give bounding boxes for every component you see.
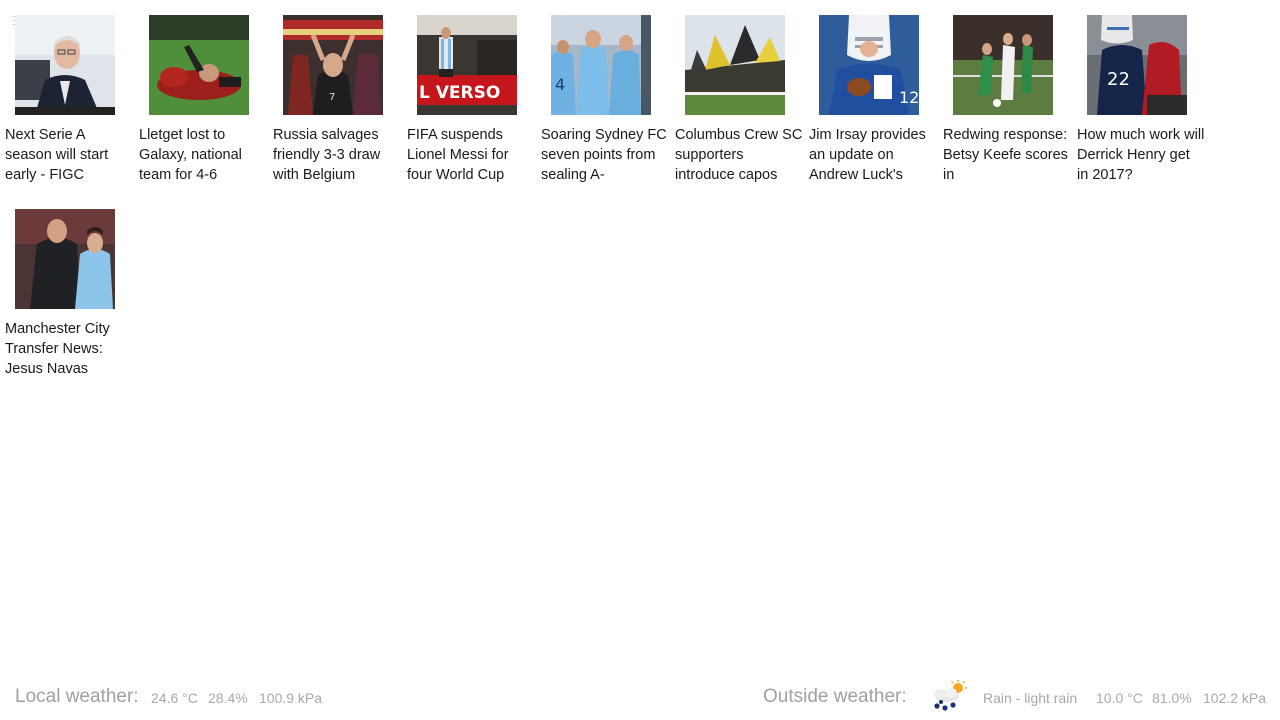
outside-humidity: 81.0% bbox=[1152, 690, 1192, 706]
article-headline[interactable]: Next Serie A season will start early - F… bbox=[5, 125, 133, 185]
article-tile[interactable]: Columbus Crew SC supporters introduce ca… bbox=[675, 15, 809, 209]
article-tile[interactable]: Redwing response: Betsy Keefe scores in bbox=[943, 15, 1077, 209]
svg-text:12: 12 bbox=[899, 88, 919, 107]
svg-text:4: 4 bbox=[555, 75, 565, 94]
svg-text:7: 7 bbox=[329, 92, 335, 103]
article-headline[interactable]: Russia salvages friendly 3-3 draw with B… bbox=[273, 125, 401, 185]
weather-bar: Local weather: 24.6 °C 28.4% 100.9 kPa O… bbox=[0, 680, 1280, 716]
article-tile[interactable]: 22 How much work will Derrick Henry get … bbox=[1077, 15, 1211, 209]
article-headline[interactable]: How much work will Derrick Henry get in … bbox=[1077, 125, 1205, 185]
article-thumbnail[interactable]: 22 bbox=[1087, 15, 1187, 115]
outside-pressure: 102.2 kPa bbox=[1203, 690, 1267, 706]
rain-sun-icon bbox=[927, 680, 967, 712]
outside-weather-label: Outside weather: bbox=[763, 686, 907, 707]
outside-temperature: 10.0 °C bbox=[1096, 690, 1143, 706]
local-humidity: 28.4% bbox=[208, 690, 248, 706]
article-thumbnail[interactable] bbox=[15, 15, 115, 115]
article-headline[interactable]: Lletget lost to Galaxy, national team fo… bbox=[139, 125, 267, 185]
article-row: Manchester City Transfer News: Jesus Nav… bbox=[5, 209, 1265, 403]
article-thumbnail[interactable]: 4 bbox=[551, 15, 651, 115]
article-thumbnail[interactable]: L VERSO bbox=[417, 15, 517, 115]
article-thumbnail[interactable] bbox=[15, 209, 115, 309]
article-headline[interactable]: Columbus Crew SC supporters introduce ca… bbox=[675, 125, 803, 185]
local-temperature: 24.6 °C bbox=[151, 690, 198, 706]
article-headline[interactable]: Redwing response: Betsy Keefe scores in bbox=[943, 125, 1071, 185]
article-tile[interactable]: 12 Jim Irsay provides an update on Andre… bbox=[809, 15, 943, 209]
article-thumbnail[interactable] bbox=[953, 15, 1053, 115]
article-tile[interactable]: L VERSO FIFA suspends Lionel Messi for f… bbox=[407, 15, 541, 209]
outside-condition: Rain - light rain bbox=[983, 690, 1078, 706]
article-tile[interactable]: Next Serie A season will start early - F… bbox=[5, 15, 139, 209]
article-tile[interactable]: Lletget lost to Galaxy, national team fo… bbox=[139, 15, 273, 209]
svg-text:22: 22 bbox=[1107, 69, 1130, 90]
article-tile[interactable]: 7 Russia salvages friendly 3-3 draw with… bbox=[273, 15, 407, 209]
article-headline[interactable]: FIFA suspends Lionel Messi for four Worl… bbox=[407, 125, 535, 185]
article-thumbnail[interactable] bbox=[685, 15, 785, 115]
article-tile[interactable]: 4 Soaring Sydney FC seven points from se… bbox=[541, 15, 675, 209]
local-weather-label: Local weather: bbox=[15, 686, 139, 707]
article-grid: Next Serie A season will start early - F… bbox=[5, 15, 1265, 403]
local-pressure: 100.9 kPa bbox=[259, 690, 323, 706]
article-row: Next Serie A season will start early - F… bbox=[5, 15, 1265, 209]
article-tile[interactable]: Manchester City Transfer News: Jesus Nav… bbox=[5, 209, 139, 403]
svg-text:L VERSO: L VERSO bbox=[419, 83, 500, 103]
article-thumbnail[interactable]: 12 bbox=[819, 15, 919, 115]
article-thumbnail[interactable]: 7 bbox=[283, 15, 383, 115]
article-thumbnail[interactable] bbox=[149, 15, 249, 115]
sports-news-page: Next Serie A season will start early - F… bbox=[0, 0, 1280, 720]
article-headline[interactable]: Jim Irsay provides an update on Andrew L… bbox=[809, 125, 937, 185]
article-headline[interactable]: Soaring Sydney FC seven points from seal… bbox=[541, 125, 669, 185]
article-headline[interactable]: Manchester City Transfer News: Jesus Nav… bbox=[5, 319, 133, 379]
